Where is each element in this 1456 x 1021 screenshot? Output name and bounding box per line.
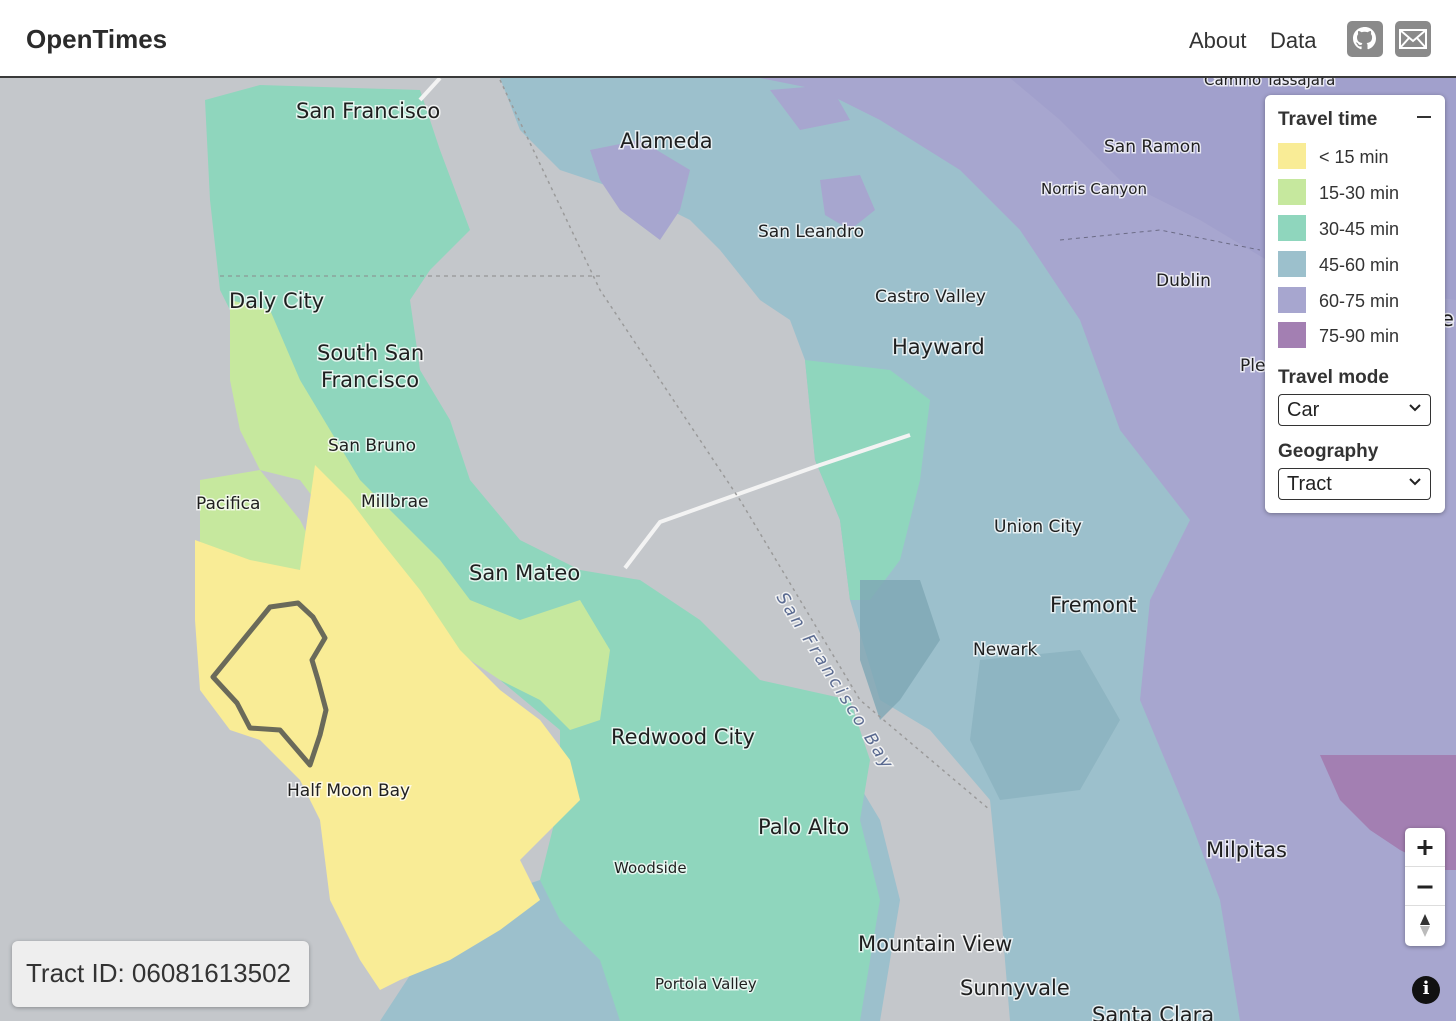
legend-label-under-15: < 15 min bbox=[1319, 147, 1389, 167]
legend-swatch-60-75 bbox=[1278, 287, 1306, 313]
label-norris-canyon: Norris Canyon bbox=[1041, 180, 1147, 198]
legend-label-45-60: 45-60 min bbox=[1319, 255, 1400, 275]
label-mountain-view: Mountain View bbox=[858, 932, 1012, 956]
mail-icon[interactable] bbox=[1395, 21, 1431, 57]
label-san-bruno: San Bruno bbox=[328, 436, 416, 456]
chevron-down-icon bbox=[1409, 404, 1421, 412]
travel-mode-select[interactable]: Car bbox=[1278, 394, 1431, 426]
tract-id-box: Tract ID: 06081613502 bbox=[12, 941, 309, 1007]
plus-icon bbox=[1417, 840, 1433, 855]
label-south-san-francisco-1: South San bbox=[317, 341, 424, 365]
collapse-legend-button[interactable] bbox=[1417, 107, 1433, 123]
label-woodside: Woodside bbox=[614, 859, 687, 877]
legend-label-60-75: 60-75 min bbox=[1319, 291, 1400, 311]
label-sunnyvale: Sunnyvale bbox=[960, 976, 1070, 1000]
geography-select[interactable]: Tract bbox=[1278, 468, 1431, 500]
legend-swatch-under-15 bbox=[1278, 143, 1306, 169]
legend-swatch-30-45 bbox=[1278, 215, 1306, 241]
nav-about-link[interactable]: About bbox=[1189, 28, 1247, 54]
map-zoom-controls bbox=[1405, 828, 1445, 946]
label-san-leandro: San Leandro bbox=[758, 222, 864, 242]
label-union-city: Union City bbox=[994, 517, 1082, 537]
compass-icon bbox=[1420, 914, 1430, 937]
legend-swatch-15-30 bbox=[1278, 179, 1306, 205]
label-palo-alto: Palo Alto bbox=[758, 815, 849, 839]
travel-mode-value: Car bbox=[1287, 399, 1320, 421]
label-san-ramon: San Ramon bbox=[1104, 137, 1201, 157]
label-pacifica: Pacifica bbox=[196, 494, 260, 514]
label-camino-tassajara: Camino Tassajara bbox=[1204, 78, 1335, 89]
travel-time-title: Travel time bbox=[1278, 109, 1378, 130]
label-ple: Ple bbox=[1240, 356, 1265, 376]
label-daly-city: Daly City bbox=[229, 289, 324, 313]
legend-label-75-90: 75-90 min bbox=[1319, 326, 1400, 346]
zoom-out-button[interactable] bbox=[1405, 867, 1445, 906]
map-canvas[interactable]: San Francisco Alameda Camino Tassajara S… bbox=[0, 78, 1456, 1021]
nav-data-link[interactable]: Data bbox=[1270, 28, 1316, 54]
label-portola-valley: Portola Valley bbox=[655, 975, 757, 993]
label-san-mateo: San Mateo bbox=[469, 561, 580, 585]
label-half-moon-bay: Half Moon Bay bbox=[287, 781, 410, 801]
label-castro-valley: Castro Valley bbox=[875, 287, 986, 307]
brand-title[interactable]: OpenTimes bbox=[26, 24, 167, 55]
label-alameda: Alameda bbox=[620, 129, 713, 153]
label-millbrae: Millbrae bbox=[361, 492, 429, 512]
label-fremont: Fremont bbox=[1050, 593, 1137, 617]
chevron-down-icon bbox=[1409, 478, 1421, 486]
legend-swatch-45-60 bbox=[1278, 251, 1306, 277]
label-santa-clara: Santa Clara bbox=[1092, 1003, 1214, 1021]
info-icon[interactable] bbox=[1412, 976, 1440, 1004]
travel-mode-title: Travel mode bbox=[1278, 367, 1389, 388]
label-milpitas: Milpitas bbox=[1206, 838, 1287, 862]
geography-title: Geography bbox=[1278, 441, 1379, 462]
github-icon[interactable] bbox=[1347, 21, 1383, 57]
top-navbar: OpenTimes About Data bbox=[0, 0, 1456, 78]
label-hayward: Hayward bbox=[892, 335, 985, 359]
label-newark: Newark bbox=[973, 640, 1037, 660]
minus-icon bbox=[1417, 885, 1433, 889]
label-redwood-city: Redwood City bbox=[611, 725, 755, 749]
label-south-san-francisco-2: Francisco bbox=[321, 368, 419, 392]
zoom-in-button[interactable] bbox=[1405, 828, 1445, 867]
legend-swatch-75-90 bbox=[1278, 322, 1306, 348]
legend-label-30-45: 30-45 min bbox=[1319, 219, 1400, 239]
legend-label-15-30: 15-30 min bbox=[1319, 183, 1400, 203]
geography-value: Tract bbox=[1287, 473, 1332, 495]
legend-panel: Travel time < 15 min 15-30 min 30-45 min… bbox=[1265, 95, 1445, 513]
label-san-francisco: San Francisco bbox=[296, 99, 440, 123]
label-dublin: Dublin bbox=[1156, 271, 1211, 291]
compass-reset-button[interactable] bbox=[1405, 906, 1445, 945]
